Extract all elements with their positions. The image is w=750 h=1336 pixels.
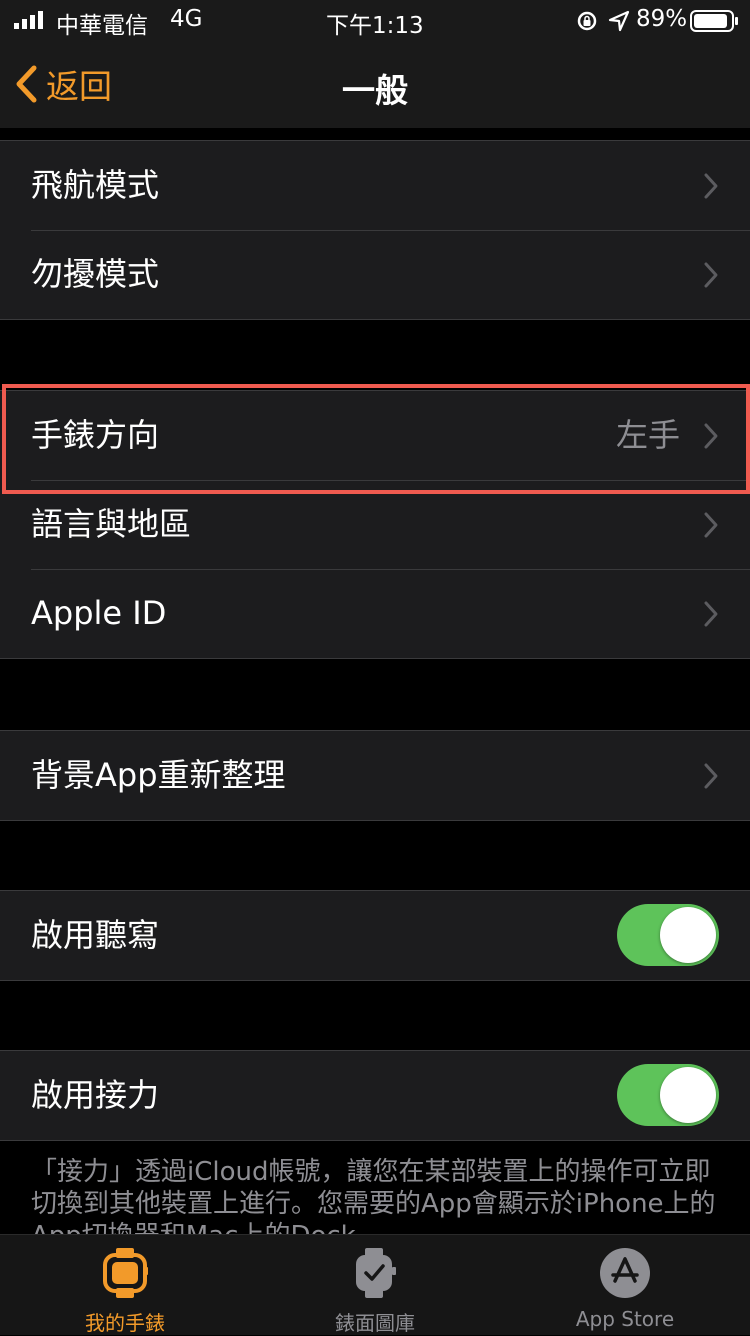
chevron-right-icon [704, 173, 718, 199]
do-not-disturb-row[interactable]: 勿擾模式 [0, 230, 750, 319]
watch-orientation-row[interactable]: 手錶方向 左手 [0, 391, 750, 480]
watch-face-icon [356, 1248, 396, 1298]
chevron-right-icon [704, 512, 718, 538]
chevron-right-icon [704, 601, 718, 627]
chevron-right-icon [704, 423, 718, 449]
row-label: 手錶方向 [31, 416, 160, 454]
language-region-row[interactable]: 語言與地區 [0, 480, 750, 569]
enable-handoff-row: 啟用接力 [0, 1051, 750, 1140]
settings-group-modes: 飛航模式 勿擾模式 [0, 140, 750, 320]
watch-icon [103, 1248, 148, 1298]
toggle-knob [660, 907, 716, 963]
navigation-bar: 返回 一般 [0, 40, 750, 128]
row-label: 飛航模式 [31, 166, 160, 204]
settings-group-dictation: 啟用聽寫 [0, 890, 750, 981]
chevron-right-icon [704, 262, 718, 288]
tab-app-store[interactable]: App Store [500, 1235, 750, 1335]
status-time: 下午1:13 [326, 13, 424, 39]
battery-percent: 89% [636, 6, 688, 32]
chevron-right-icon [704, 763, 718, 789]
dictation-toggle[interactable] [617, 904, 719, 966]
airplane-mode-row[interactable]: 飛航模式 [0, 141, 750, 230]
signal-strength-icon [14, 11, 43, 29]
row-label: 啟用接力 [31, 1076, 160, 1114]
toggle-knob [660, 1067, 716, 1123]
app-store-icon [600, 1248, 650, 1298]
settings-group-handoff: 啟用接力 [0, 1050, 750, 1141]
background-app-refresh-row[interactable]: 背景App重新整理 [0, 731, 750, 820]
row-label: 語言與地區 [31, 505, 192, 543]
status-bar: 中華電信 4G 下午1:13 89% [0, 0, 750, 40]
handoff-footnote: 「接力」透過iCloud帳號，讓您在某部裝置上的操作可立即切換到其他裝置上進行。… [31, 1157, 716, 1234]
page-title: 一般 [342, 71, 408, 110]
battery-icon [690, 10, 738, 32]
tab-bar: 我的手錶 錶面圖庫 App Store [0, 1234, 750, 1335]
row-label: 勿擾模式 [31, 255, 160, 293]
location-icon [608, 10, 630, 32]
handoff-toggle[interactable] [617, 1064, 719, 1126]
tab-my-watch[interactable]: 我的手錶 [0, 1235, 250, 1335]
enable-dictation-row: 啟用聽寫 [0, 891, 750, 980]
settings-list[interactable]: 飛航模式 勿擾模式 手錶方向 左手 語言與地區 Apple ID 背景App重新… [0, 128, 750, 1234]
row-label: Apple ID [31, 594, 167, 632]
row-label: 背景App重新整理 [31, 756, 286, 794]
tab-face-gallery[interactable]: 錶面圖庫 [250, 1235, 500, 1335]
tab-label: 錶面圖庫 [335, 1311, 415, 1335]
row-value: 左手 [615, 416, 680, 454]
carrier-name: 中華電信 [56, 13, 148, 39]
settings-group-device: 手錶方向 左手 語言與地區 Apple ID [0, 390, 750, 659]
tab-label: App Store [575, 1307, 675, 1331]
row-label: 啟用聽寫 [31, 916, 160, 954]
settings-group-background: 背景App重新整理 [0, 730, 750, 821]
network-type: 4G [170, 6, 203, 32]
tab-label: 我的手錶 [85, 1311, 165, 1335]
rotation-lock-icon [577, 11, 597, 31]
apple-id-row[interactable]: Apple ID [0, 569, 750, 658]
